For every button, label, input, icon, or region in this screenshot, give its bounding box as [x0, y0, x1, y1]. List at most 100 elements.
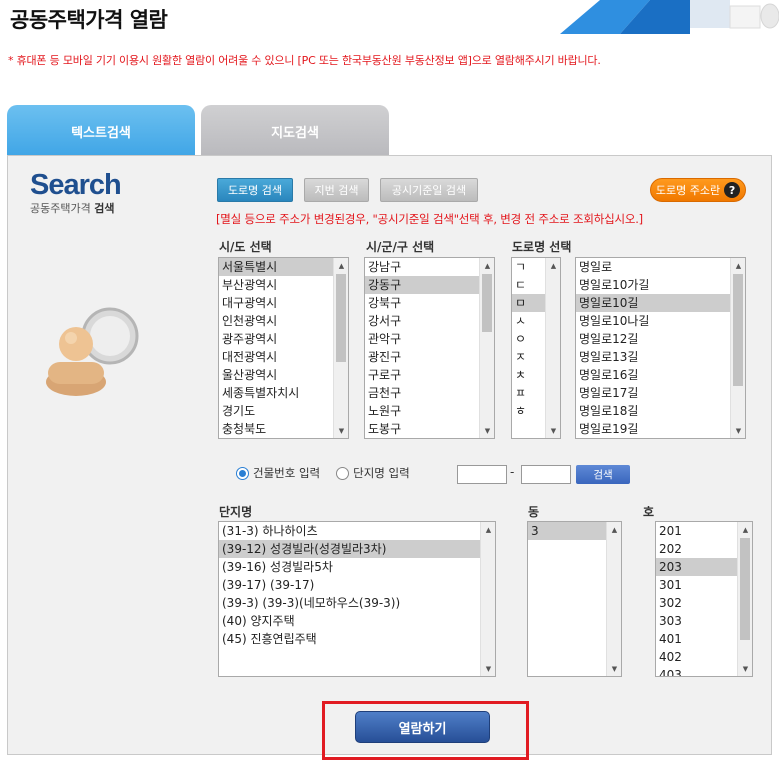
scroll-up-icon[interactable]: ▲: [546, 258, 560, 273]
road-name-option[interactable]: 명일로16길: [576, 366, 730, 384]
scroll-up-icon[interactable]: ▲: [607, 522, 621, 537]
scroll-up-icon[interactable]: ▲: [738, 522, 752, 537]
sigungu-option[interactable]: 노원구: [365, 402, 479, 420]
ho-option[interactable]: 203: [656, 558, 737, 576]
complex-option[interactable]: (39-16) 성경빌라5차: [219, 558, 480, 576]
sigungu-option[interactable]: 도봉구: [365, 420, 479, 438]
page-title: 공동주택가격 열람: [10, 8, 168, 32]
sido-option[interactable]: 부산광역시: [219, 276, 333, 294]
road-name-option[interactable]: 명일로10가길: [576, 276, 730, 294]
road-search-button[interactable]: 도로명 검색: [217, 178, 293, 202]
ho-listbox[interactable]: 201202203301302303401402403501 ▲ ▼: [655, 521, 753, 677]
sigungu-option[interactable]: 강서구: [365, 312, 479, 330]
initial-scrollbar[interactable]: ▲ ▼: [545, 258, 560, 438]
sigungu-option[interactable]: 강남구: [365, 258, 479, 276]
number-separator: -: [510, 465, 515, 479]
road-name-listbox[interactable]: 명일로 명일로10가길 명일로10길 명일로10나길 명일로12길 명일로13길 명일로16…: [575, 257, 746, 439]
ho-option[interactable]: 301: [656, 576, 737, 594]
road-name-option[interactable]: 명일로17길: [576, 384, 730, 402]
ho-option[interactable]: 401: [656, 630, 737, 648]
complex-option[interactable]: (40) 양지주택: [219, 612, 480, 630]
main-number-input[interactable]: [457, 465, 507, 484]
search-panel: Search 공동주택가격 검색 도로명 검색 지번 검색 공시기준일 검색 도…: [7, 155, 772, 755]
sigungu-option[interactable]: 강북구: [365, 294, 479, 312]
sigungu-listbox[interactable]: 강남구 강동구 강북구 강서구 관악구 광진구 구로구 금천구 노원구 도봉구 ▲ ▼: [364, 257, 495, 439]
tab-text-search[interactable]: 텍스트검색: [7, 105, 195, 157]
initial-consonant-option[interactable]: ㅍ: [512, 384, 545, 402]
scroll-down-icon[interactable]: ▼: [546, 423, 560, 438]
initial-consonant-option[interactable]: ㅊ: [512, 366, 545, 384]
road-name-option[interactable]: 명일로18길: [576, 402, 730, 420]
sido-option[interactable]: 대구광역시: [219, 294, 333, 312]
initial-consonant-option[interactable]: ㅎ: [512, 402, 545, 420]
ho-option[interactable]: 202: [656, 540, 737, 558]
road-name-option[interactable]: 명일로10길: [576, 294, 730, 312]
initial-consonant-option[interactable]: ㅇ: [512, 330, 545, 348]
complex-option[interactable]: (39-12) 성경빌라(성경빌라3차): [219, 540, 480, 558]
sido-option[interactable]: 울산광역시: [219, 366, 333, 384]
sub-number-input[interactable]: [521, 465, 571, 484]
lot-search-button[interactable]: 지번 검색: [304, 178, 369, 202]
scroll-down-icon[interactable]: ▼: [334, 423, 348, 438]
road-address-help-button[interactable]: 도로명 주소란 ?: [650, 178, 746, 202]
road-name-option[interactable]: 명일로10나길: [576, 312, 730, 330]
date-search-button[interactable]: 공시기준일 검색: [380, 178, 478, 202]
sido-label: 시/도 선택: [219, 240, 272, 254]
road-name-option[interactable]: 명일로19길: [576, 420, 730, 438]
scroll-up-icon[interactable]: ▲: [731, 258, 745, 273]
road-name-option[interactable]: 명일로12길: [576, 330, 730, 348]
complex-option[interactable]: (45) 진흥연립주택: [219, 630, 480, 648]
complex-option[interactable]: (31-3) 하나하이츠: [219, 522, 480, 540]
scroll-down-icon[interactable]: ▼: [607, 661, 621, 676]
initial-consonant-option[interactable]: ㅁ: [512, 294, 545, 312]
sido-option[interactable]: 인천광역시: [219, 312, 333, 330]
sido-option[interactable]: 대전광역시: [219, 348, 333, 366]
scroll-down-icon[interactable]: ▼: [738, 661, 752, 676]
number-search-button[interactable]: 검색: [576, 465, 630, 484]
complex-listbox[interactable]: (31-3) 하나하이츠 (39-12) 성경빌라(성경빌라3차) (39-16) …: [218, 521, 496, 677]
ho-option[interactable]: 302: [656, 594, 737, 612]
sido-option[interactable]: 광주광역시: [219, 330, 333, 348]
scroll-down-icon[interactable]: ▼: [480, 423, 494, 438]
ho-option[interactable]: 402: [656, 648, 737, 666]
building-no-radio[interactable]: [236, 466, 249, 480]
view-button[interactable]: 열람하기: [355, 711, 490, 743]
sigungu-option[interactable]: 금천구: [365, 384, 479, 402]
ho-scrollbar[interactable]: ▲ ▼: [737, 522, 752, 676]
scroll-up-icon[interactable]: ▲: [480, 258, 494, 273]
complex-option[interactable]: (39-17) (39-17): [219, 576, 480, 594]
complex-scrollbar[interactable]: ▲ ▼: [480, 522, 495, 676]
tab-map-search[interactable]: 지도검색: [201, 105, 389, 157]
complex-option[interactable]: (39-3) (39-3)(네모하우스(39-3)): [219, 594, 480, 612]
sido-listbox[interactable]: 서울특별시 부산광역시 대구광역시 인천광역시 광주광역시 대전광역시 울산광역시 세종특별자…: [218, 257, 349, 439]
scroll-down-icon[interactable]: ▼: [731, 423, 745, 438]
initial-consonant-option[interactable]: ㅈ: [512, 348, 545, 366]
sido-option[interactable]: 경기도: [219, 402, 333, 420]
sigungu-scrollbar[interactable]: ▲ ▼: [479, 258, 494, 438]
dong-listbox[interactable]: 3 ▲ ▼: [527, 521, 622, 677]
sido-option[interactable]: 서울특별시: [219, 258, 333, 276]
initial-consonant-listbox[interactable]: ㄱㄷㅁㅅㅇㅈㅊㅍㅎ ▲ ▼: [511, 257, 561, 439]
scroll-up-icon[interactable]: ▲: [334, 258, 348, 273]
road-scrollbar[interactable]: ▲ ▼: [730, 258, 745, 438]
ho-option[interactable]: 403: [656, 666, 737, 676]
dong-scrollbar[interactable]: ▲ ▼: [606, 522, 621, 676]
sido-option[interactable]: 충청북도: [219, 420, 333, 438]
scroll-down-icon[interactable]: ▼: [481, 661, 495, 676]
sigungu-option[interactable]: 광진구: [365, 348, 479, 366]
initial-consonant-option[interactable]: ㅅ: [512, 312, 545, 330]
dong-option[interactable]: 3: [528, 522, 606, 540]
sigungu-option[interactable]: 구로구: [365, 366, 479, 384]
initial-consonant-option[interactable]: ㄱ: [512, 258, 545, 276]
road-name-option[interactable]: 명일로: [576, 258, 730, 276]
sido-option[interactable]: 세종특별자치시: [219, 384, 333, 402]
ho-option[interactable]: 303: [656, 612, 737, 630]
sigungu-option[interactable]: 강동구: [365, 276, 479, 294]
sido-scrollbar[interactable]: ▲ ▼: [333, 258, 348, 438]
complex-name-radio[interactable]: [336, 466, 350, 480]
scroll-up-icon[interactable]: ▲: [481, 522, 495, 537]
ho-option[interactable]: 201: [656, 522, 737, 540]
road-name-option[interactable]: 명일로13길: [576, 348, 730, 366]
sigungu-option[interactable]: 관악구: [365, 330, 479, 348]
initial-consonant-option[interactable]: ㄷ: [512, 276, 545, 294]
